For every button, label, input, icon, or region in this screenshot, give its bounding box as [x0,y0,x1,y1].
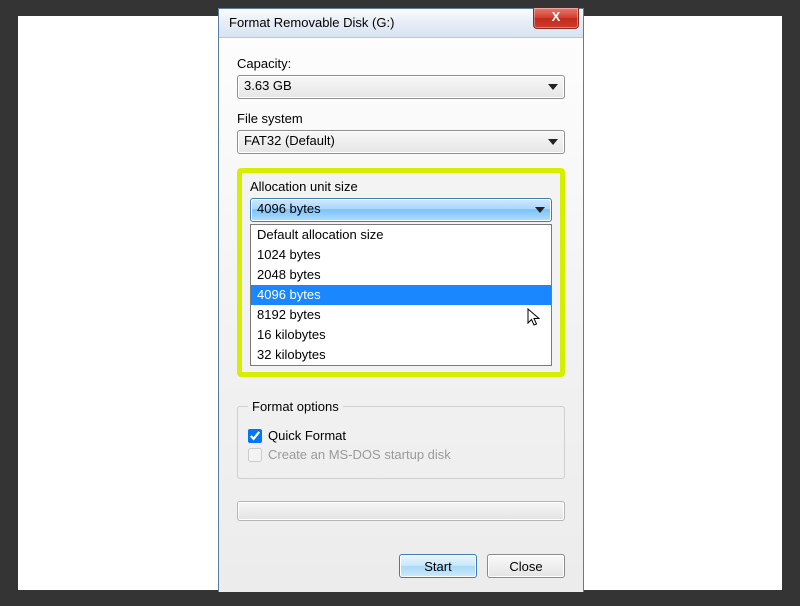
chevron-down-icon [548,139,558,145]
msdos-checkbox: Create an MS-DOS startup disk [248,447,554,462]
chevron-down-icon [548,84,558,90]
filesystem-dropdown[interactable]: FAT32 (Default) [237,130,565,154]
quick-format-input[interactable] [248,429,262,443]
filesystem-value: FAT32 (Default) [244,133,335,148]
window-title: Format Removable Disk (G:) [229,15,394,30]
capacity-label: Capacity: [237,56,565,71]
allocation-label: Allocation unit size [250,179,552,194]
allocation-listbox[interactable]: Default allocation size1024 bytes2048 by… [250,224,552,366]
allocation-option[interactable]: 2048 bytes [251,265,551,285]
allocation-option[interactable]: 1024 bytes [251,245,551,265]
capacity-value: 3.63 GB [244,78,292,93]
allocation-option[interactable]: 8192 bytes [251,305,551,325]
close-button[interactable]: Close [487,554,565,578]
filesystem-label: File system [237,111,565,126]
quick-format-checkbox[interactable]: Quick Format [248,428,554,443]
allocation-value: 4096 bytes [257,201,321,216]
allocation-option[interactable]: 4096 bytes [251,285,551,305]
allocation-option[interactable]: Default allocation size [251,225,551,245]
allocation-dropdown[interactable]: 4096 bytes [250,198,552,222]
allocation-highlight: Allocation unit size 4096 bytes Default … [237,168,565,377]
capacity-dropdown[interactable]: 3.63 GB [237,75,565,99]
titlebar[interactable]: Format Removable Disk (G:) X [219,9,583,38]
chevron-down-icon [535,207,545,213]
close-icon[interactable]: X [533,8,579,29]
allocation-option[interactable]: 32 kilobytes [251,345,551,365]
format-options-legend: Format options [248,399,343,414]
quick-format-label: Quick Format [268,428,346,443]
format-options-group: Format options Quick Format Create an MS… [237,399,565,479]
progress-bar [237,501,565,521]
format-dialog: Format Removable Disk (G:) X Capacity: 3… [218,8,584,592]
start-button[interactable]: Start [399,554,477,578]
allocation-option[interactable]: 16 kilobytes [251,325,551,345]
msdos-input [248,448,262,462]
msdos-label: Create an MS-DOS startup disk [268,447,451,462]
